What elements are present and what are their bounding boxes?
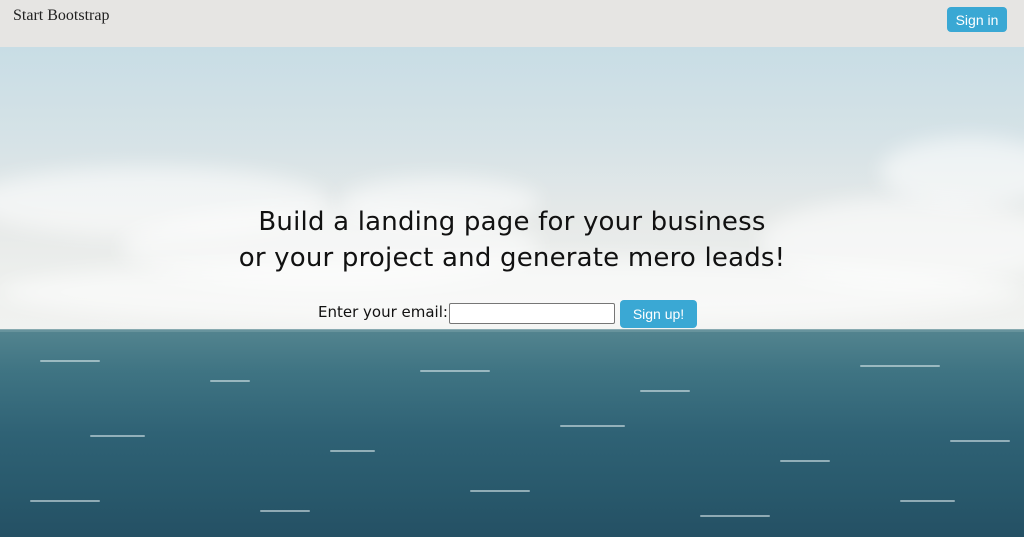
- horizon-line: [0, 329, 1024, 332]
- wave: [420, 370, 490, 372]
- hero-headline-line2: or your project and generate mero leads!: [238, 243, 786, 273]
- email-input[interactable]: [449, 303, 615, 324]
- navbar: Start Bootstrap Sign in: [0, 0, 1024, 47]
- email-label: Enter your email:: [318, 303, 448, 321]
- wave: [90, 435, 145, 437]
- wave: [30, 500, 100, 502]
- wave: [260, 510, 310, 512]
- sky-background: [0, 47, 1024, 332]
- hero-headline-line1: Build a landing page for your business: [258, 207, 766, 237]
- wave: [640, 390, 690, 392]
- wave: [210, 380, 250, 382]
- wave: [700, 515, 770, 517]
- wave: [470, 490, 530, 492]
- wave: [780, 460, 830, 462]
- brand-link[interactable]: Start Bootstrap: [13, 7, 109, 25]
- wave: [560, 425, 625, 427]
- signup-form: Enter your email: Sign up!: [318, 300, 718, 328]
- sign-in-button[interactable]: Sign in: [947, 7, 1007, 32]
- wave: [40, 360, 100, 362]
- wave: [900, 500, 955, 502]
- hero-section: [0, 47, 1024, 537]
- sign-up-button[interactable]: Sign up!: [620, 300, 697, 328]
- wave: [950, 440, 1010, 442]
- wave: [330, 450, 375, 452]
- wave: [860, 365, 940, 367]
- sea-background: [0, 330, 1024, 537]
